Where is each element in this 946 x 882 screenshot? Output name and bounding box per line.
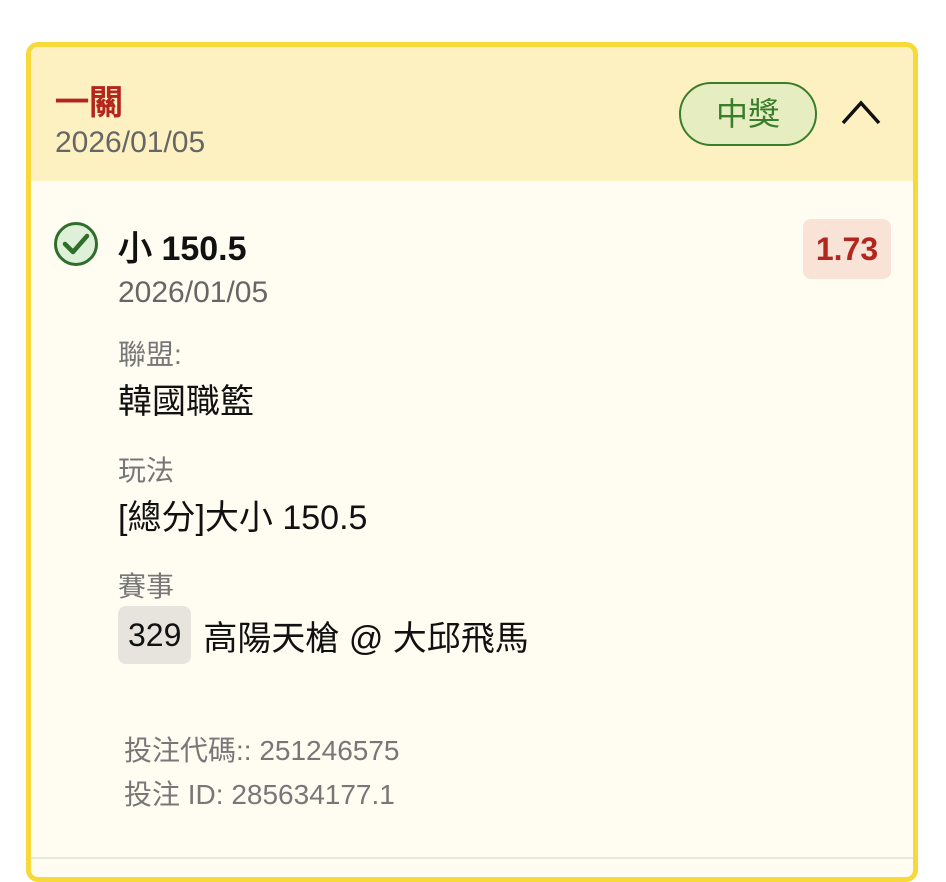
check-circle-icon (54, 222, 98, 266)
chevron-up-icon (841, 100, 881, 125)
header-date: 2026/01/05 (55, 126, 206, 159)
market-value: [總分]大小 150.5 (118, 499, 368, 537)
card-body: 小 150.5 2026/01/05 1.73 聯盟: 韓國職籃 玩法 [總分]… (31, 181, 913, 877)
status-badge: 中獎 (679, 82, 817, 146)
card-header[interactable]: 一關 2026/01/05 中獎 (31, 47, 913, 181)
divider (31, 857, 913, 859)
bet-code: 投注代碼:: 251246575 (124, 735, 400, 766)
selection-date: 2026/01/05 (118, 276, 269, 309)
league-value: 韓國職籃 (118, 383, 254, 421)
event-row: 329 高陽天槍 @ 大邱飛馬 (118, 606, 529, 664)
event-label: 賽事 (118, 571, 175, 602)
league-label: 聯盟: (118, 339, 182, 370)
selection-label: 小 150.5 (118, 230, 247, 268)
event-name: 高陽天槍 @ 大邱飛馬 (203, 619, 529, 658)
event-number-badge: 329 (118, 606, 192, 664)
bet-id: 投注 ID: 285634177.1 (124, 779, 395, 810)
collapse-button[interactable] (837, 91, 885, 131)
market-label: 玩法 (118, 455, 175, 486)
parlay-title: 一關 (55, 84, 123, 122)
bet-card: 一關 2026/01/05 中獎 小 150.5 2026/01/05 1.73… (26, 42, 918, 882)
odds-badge: 1.73 (803, 219, 891, 279)
